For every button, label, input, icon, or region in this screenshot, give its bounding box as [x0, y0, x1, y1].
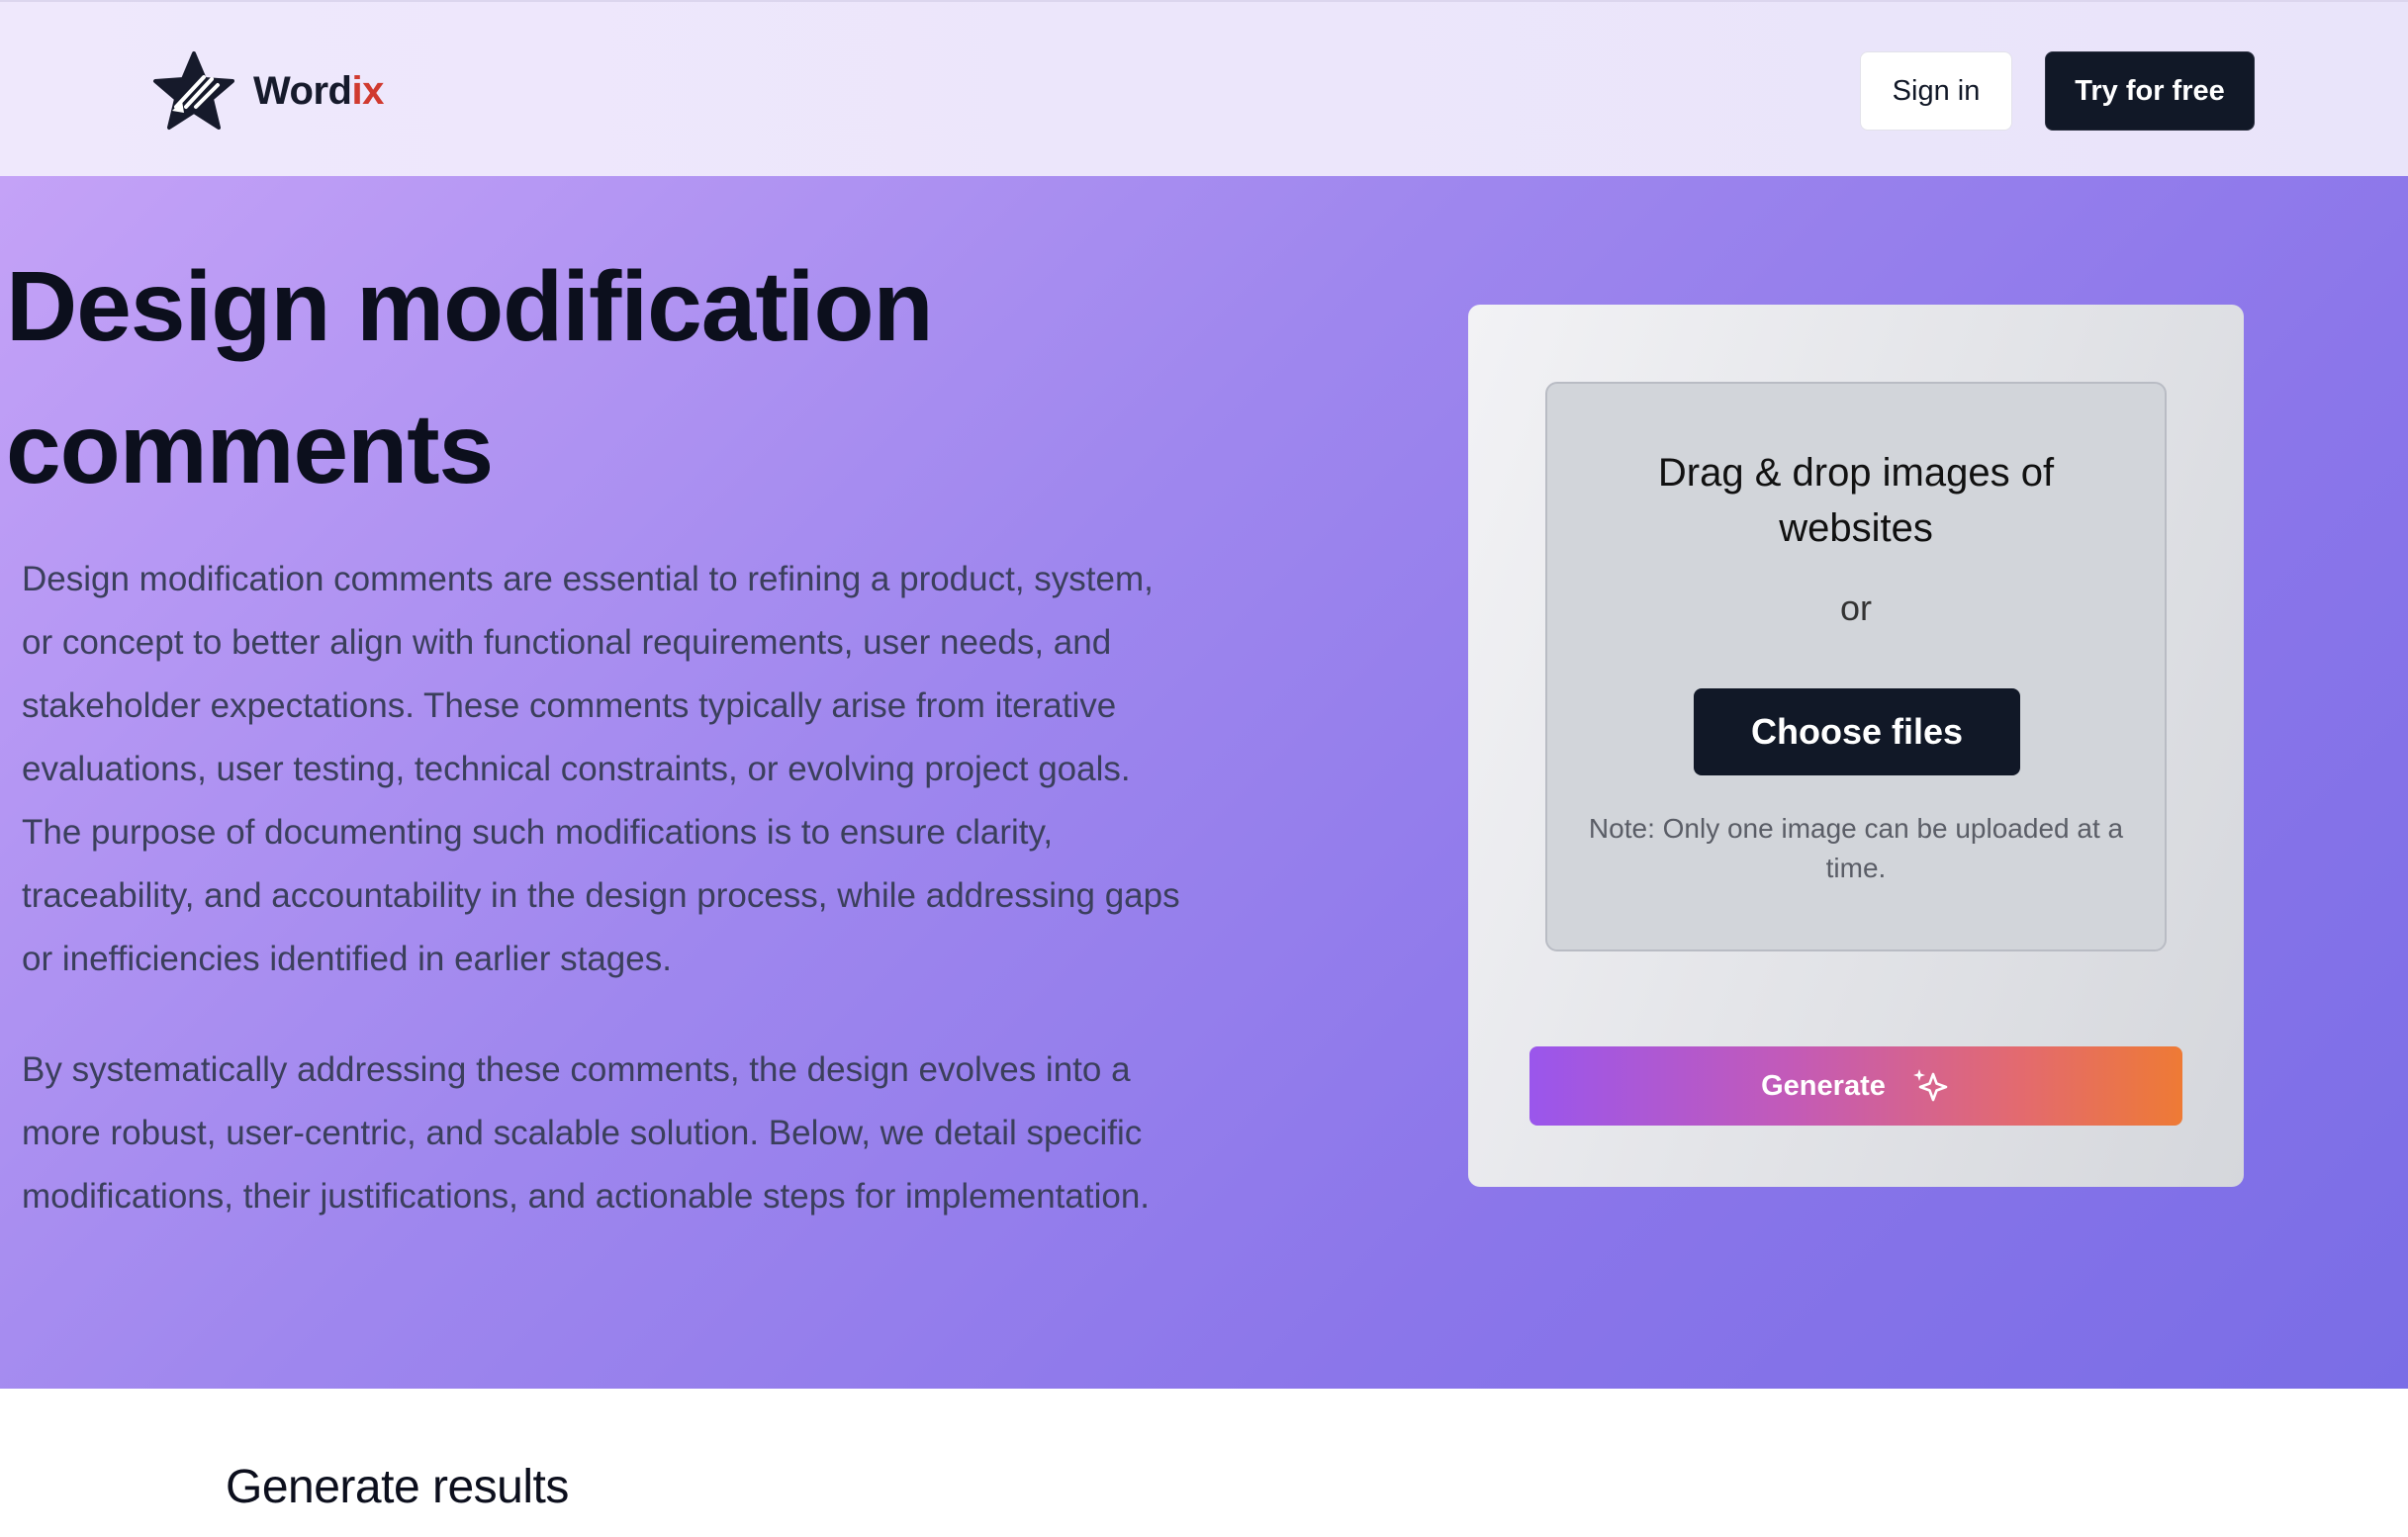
upload-note: Note: Only one image can be uploaded at … [1588, 813, 2124, 883]
page-title-line-2: comments [6, 394, 494, 504]
try-for-free-button[interactable]: Try for free [2045, 51, 2255, 131]
brand[interactable]: Wordix [152, 49, 384, 133]
sign-in-button[interactable]: Sign in [1860, 51, 2012, 131]
choose-files-button[interactable]: Choose files [1694, 688, 2020, 775]
dropzone-title: Drag & drop images of websites [1657, 451, 2055, 550]
brand-name: Wordix [253, 69, 384, 114]
brand-name-main: Word [253, 68, 352, 113]
image-dropzone[interactable]: Drag & drop images of websites or Choose… [1545, 382, 2167, 951]
brand-name-accent: ix [351, 68, 384, 113]
dropzone-or-label: or [1839, 588, 1872, 628]
generate-button[interactable]: Generate [1529, 1046, 2182, 1126]
sparkle-icon [1912, 1069, 1948, 1102]
page: Wordix Sign in Try for free Design modif… [0, 0, 2408, 1537]
upload-card: Drag & drop images of websites or Choose… [1468, 305, 2244, 1187]
hero-paragraph-2: By systematically addressing these comme… [22, 1050, 1151, 1216]
page-title-line-1: Design modification [6, 251, 934, 362]
star-pen-logo-icon [153, 51, 234, 130]
top-navbar: Wordix Sign in Try for free [0, 0, 2408, 176]
page-title: Design modification comments [6, 235, 1193, 520]
hero-paragraph-1: Design modification comments are essenti… [22, 560, 1180, 978]
results-heading: Generate results [226, 1461, 569, 1513]
hero-section: Design modification comments Design modi… [0, 176, 2408, 1389]
generate-button-label: Generate [1761, 1069, 1886, 1102]
